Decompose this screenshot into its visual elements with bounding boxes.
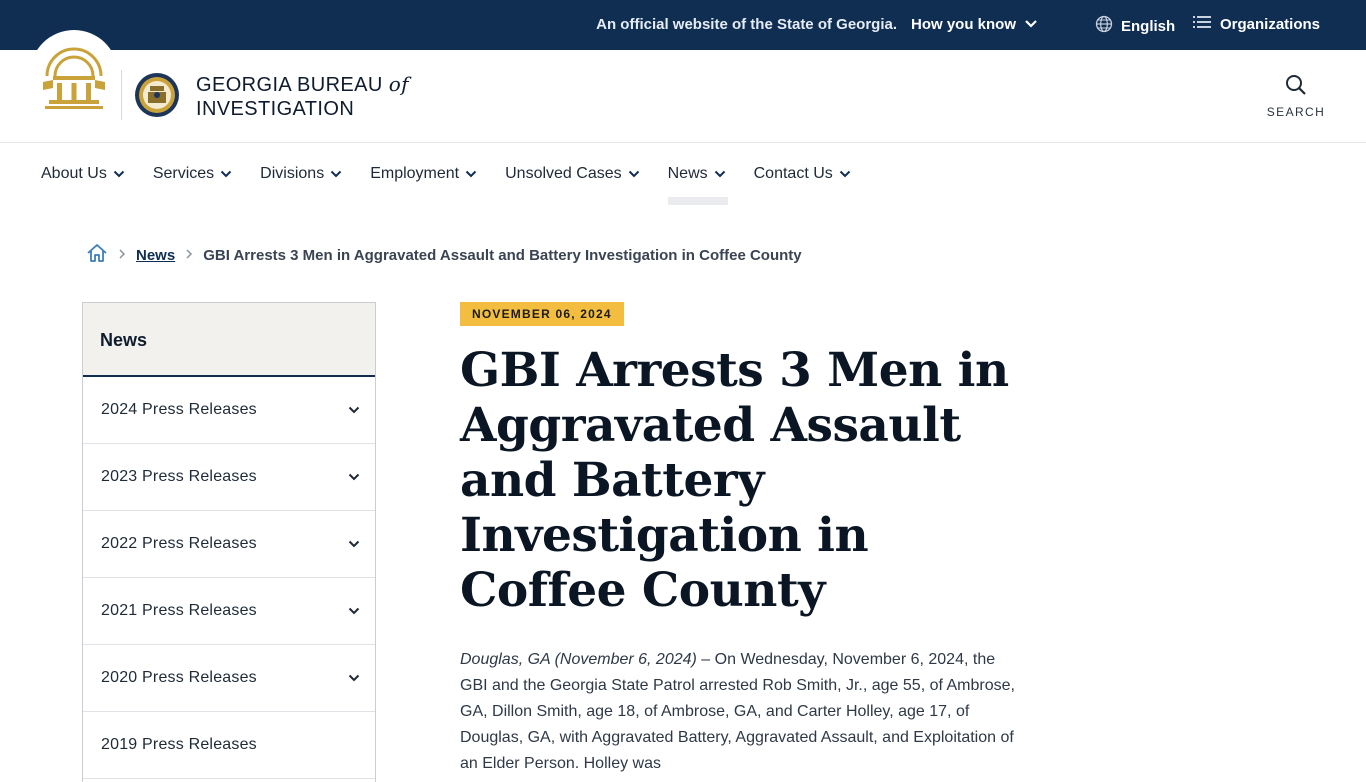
sidebar-item-2022[interactable]: 2022 Press Releases bbox=[83, 511, 375, 578]
nav-item-label: Unsolved Cases bbox=[505, 165, 622, 182]
sidebar-item-label: 2024 Press Releases bbox=[101, 401, 257, 418]
sidebar-item-label: 2023 Press Releases bbox=[101, 468, 257, 485]
nav-item-label: Contact Us bbox=[753, 165, 833, 182]
chevron-down-icon bbox=[348, 540, 360, 548]
georgia-state-seal-logo[interactable] bbox=[30, 30, 118, 118]
org-name-of: of bbox=[388, 72, 409, 96]
site-header: GEORGIA BUREAU of INVESTIGATION SEARCH bbox=[0, 30, 1366, 143]
home-icon[interactable] bbox=[86, 243, 108, 267]
language-label: English bbox=[1121, 17, 1176, 35]
chevron-down-icon bbox=[1024, 16, 1038, 33]
nav-item-label: Divisions bbox=[260, 165, 325, 182]
nav-item-label: Services bbox=[152, 165, 215, 182]
chevron-down-icon bbox=[348, 674, 360, 682]
language-selector[interactable]: English bbox=[1095, 15, 1175, 37]
sidebar-item-2021[interactable]: 2021 Press Releases bbox=[83, 578, 375, 645]
nav-item-employment[interactable]: Employment bbox=[370, 163, 477, 185]
news-sidebar: News 2024 Press Releases 2023 Press Rele… bbox=[82, 302, 376, 782]
main-nav: About Us Services Divisions Employment U… bbox=[41, 163, 879, 207]
chevron-down-icon bbox=[714, 170, 725, 178]
chevron-right-icon bbox=[118, 247, 126, 264]
chevron-down-icon bbox=[113, 170, 125, 178]
gbi-seal-icon bbox=[135, 73, 179, 117]
gbi-badge-logo[interactable] bbox=[134, 70, 180, 120]
article-dateline: Douglas, GA (November 6, 2024) bbox=[460, 651, 697, 668]
sidebar-item-2024[interactable]: 2024 Press Releases bbox=[83, 377, 375, 444]
organizations-label: Organizations bbox=[1220, 15, 1321, 33]
search-label: SEARCH bbox=[1266, 105, 1326, 119]
sidebar-item-label: 2022 Press Releases bbox=[101, 535, 257, 552]
breadcrumb-current: GBI Arrests 3 Men in Aggravated Assault … bbox=[203, 246, 802, 264]
nav-item-divisions[interactable]: Divisions bbox=[260, 163, 342, 185]
chevron-down-icon bbox=[839, 170, 850, 178]
chevron-down-icon bbox=[628, 170, 639, 178]
nav-item-services[interactable]: Services bbox=[153, 163, 232, 185]
article-body: Douglas, GA (November 6, 2024) – On Wedn… bbox=[460, 647, 1026, 777]
search-icon bbox=[1286, 75, 1306, 95]
sidebar-item-label: 2019 Press Releases bbox=[101, 736, 257, 753]
organizations-menu[interactable]: Organizations bbox=[1193, 15, 1320, 33]
breadcrumb: News GBI Arrests 3 Men in Aggravated Ass… bbox=[86, 243, 802, 267]
nav-item-about-us[interactable]: About Us bbox=[41, 163, 125, 185]
sidebar-item-2023[interactable]: 2023 Press Releases bbox=[83, 444, 375, 511]
nav-item-news[interactable]: News bbox=[667, 163, 728, 205]
chevron-down-icon bbox=[220, 170, 232, 178]
chevron-down-icon bbox=[330, 170, 342, 178]
breadcrumb-news-link[interactable]: News bbox=[136, 247, 175, 264]
nav-item-contact-us[interactable]: Contact Us bbox=[754, 163, 851, 185]
official-banner: An official website of the State of Geor… bbox=[0, 0, 1366, 50]
georgia-arch-icon bbox=[43, 47, 105, 109]
list-icon bbox=[1193, 15, 1211, 33]
chevron-down-icon bbox=[348, 607, 360, 615]
globe-icon bbox=[1095, 15, 1113, 37]
org-name-line1: GEORGIA BUREAU bbox=[196, 74, 383, 96]
nav-item-label: Employment bbox=[370, 165, 460, 182]
sidebar-item-2020[interactable]: 2020 Press Releases bbox=[83, 645, 375, 712]
article-title: GBI Arrests 3 Men in Aggravated Assault … bbox=[460, 343, 1009, 618]
sidebar-item-label: 2021 Press Releases bbox=[101, 602, 257, 619]
how-you-know-toggle[interactable]: How you know bbox=[911, 16, 1038, 33]
nav-item-unsolved-cases[interactable]: Unsolved Cases bbox=[505, 163, 640, 185]
logo-divider bbox=[121, 70, 122, 120]
chevron-down-icon bbox=[348, 406, 360, 414]
sidebar-item-2019[interactable]: 2019 Press Releases bbox=[83, 712, 375, 779]
sidebar-item-label: 2020 Press Releases bbox=[101, 669, 257, 686]
nav-item-label: About Us bbox=[41, 165, 107, 182]
search-button[interactable]: SEARCH bbox=[1258, 74, 1334, 119]
org-name-line2: INVESTIGATION bbox=[196, 98, 355, 120]
sidebar-title: News bbox=[83, 303, 375, 377]
chevron-down-icon bbox=[348, 473, 360, 481]
org-name[interactable]: GEORGIA BUREAU of INVESTIGATION bbox=[196, 72, 409, 121]
article-body-text: – On Wednesday, November 6, 2024, the GB… bbox=[460, 651, 1015, 772]
chevron-right-icon bbox=[185, 247, 193, 264]
article-date-badge: NOVEMBER 06, 2024 bbox=[460, 302, 624, 326]
chevron-down-icon bbox=[465, 170, 477, 178]
nav-item-label: News bbox=[667, 165, 708, 182]
official-site-text: An official website of the State of Geor… bbox=[596, 16, 897, 33]
how-you-know-label: How you know bbox=[911, 16, 1016, 33]
